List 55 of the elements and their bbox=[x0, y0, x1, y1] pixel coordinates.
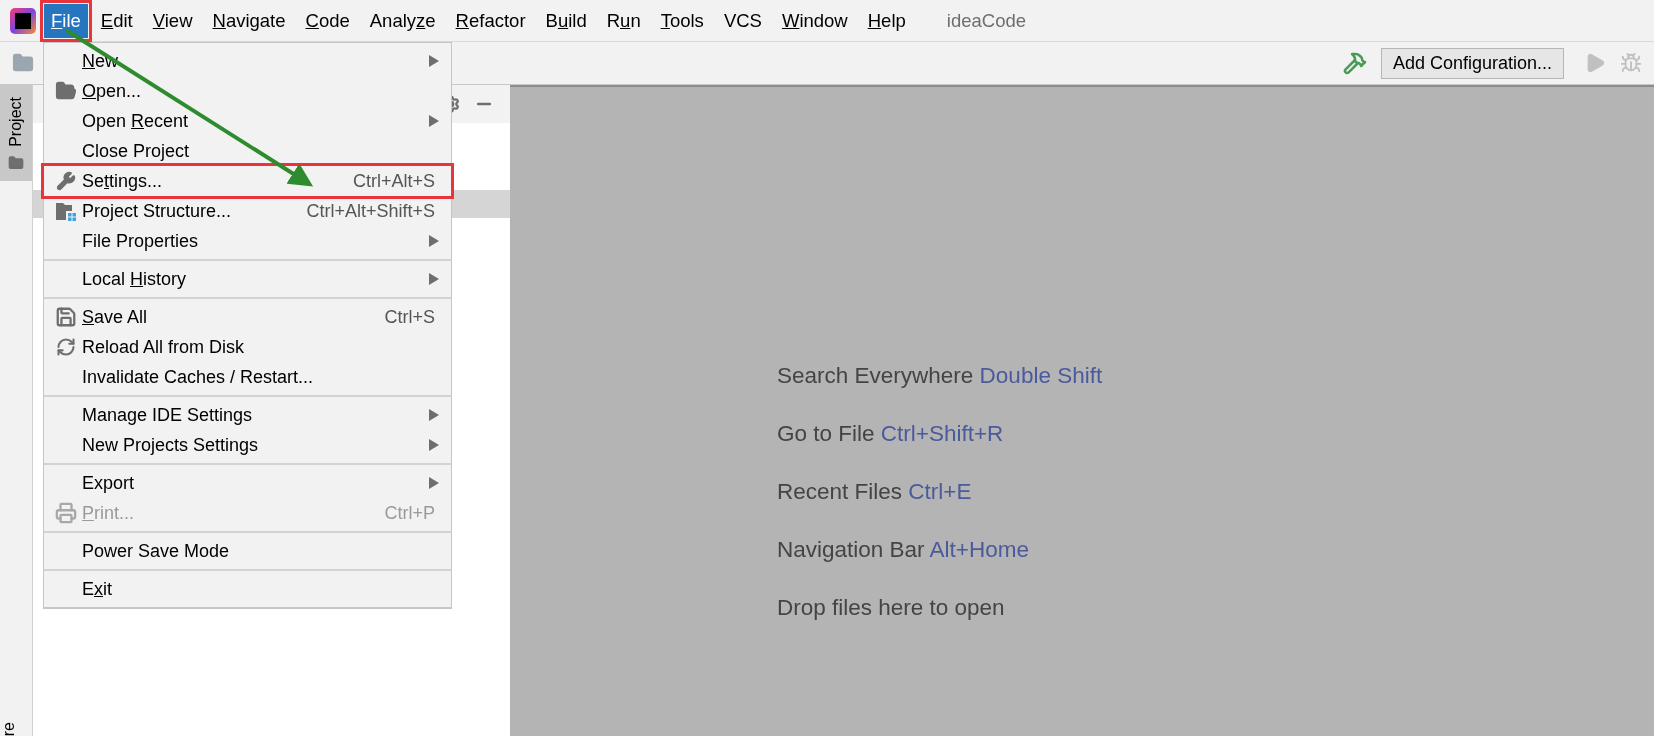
add-configuration-button[interactable]: Add Configuration... bbox=[1380, 47, 1564, 79]
menu-item[interactable]: Project Structure... Ctrl+Alt+Shift+S bbox=[44, 196, 451, 226]
menu-bar-item[interactable]: Code bbox=[298, 3, 357, 38]
menu-bar-item[interactable]: Edit bbox=[93, 3, 140, 38]
menu-bar-item[interactable]: Tools bbox=[653, 3, 711, 38]
app-logo-icon bbox=[10, 7, 36, 34]
submenu-arrow-icon bbox=[429, 273, 439, 285]
menu-bar-item[interactable]: View bbox=[145, 3, 200, 38]
menu-bar-item[interactable]: Refactor bbox=[448, 3, 533, 38]
menu-item[interactable]: Exit bbox=[44, 574, 451, 604]
submenu-arrow-icon bbox=[429, 55, 439, 67]
editor-hint: Drop files here to open bbox=[777, 595, 1006, 621]
menu-item[interactable]: New Projects Settings bbox=[44, 430, 451, 460]
menu-bar-item[interactable]: Analyze bbox=[362, 3, 443, 38]
menu-bar-item[interactable]: Window bbox=[774, 3, 855, 38]
menu-item[interactable]: Reload All from Disk bbox=[44, 332, 451, 362]
folder-icon bbox=[8, 154, 24, 171]
submenu-arrow-icon bbox=[429, 477, 439, 489]
project-folder-icon[interactable] bbox=[12, 52, 34, 74]
menu-bar-item[interactable]: VCS bbox=[716, 3, 769, 38]
menu-item[interactable]: File Properties bbox=[44, 226, 451, 256]
side-tab[interactable]: Project bbox=[0, 85, 32, 181]
wrench-icon bbox=[56, 171, 76, 191]
submenu-arrow-icon bbox=[429, 439, 439, 451]
save-icon bbox=[55, 306, 77, 328]
menu-item[interactable]: Close Project bbox=[44, 136, 451, 166]
submenu-arrow-icon bbox=[429, 409, 439, 421]
reload-icon bbox=[56, 337, 76, 357]
submenu-arrow-icon bbox=[429, 235, 439, 247]
menu-item[interactable]: Open Recent bbox=[44, 106, 451, 136]
folder-icon bbox=[55, 80, 77, 102]
hammer-icon[interactable] bbox=[1342, 51, 1367, 75]
menu-item[interactable]: Export bbox=[44, 468, 451, 498]
debug-icon[interactable] bbox=[1620, 52, 1642, 74]
project-title: ideaCode bbox=[946, 9, 1026, 32]
menu-item[interactable]: Invalidate Caches / Restart... bbox=[44, 362, 451, 392]
submenu-arrow-icon bbox=[429, 115, 439, 127]
menu-bar-item[interactable]: Navigate bbox=[205, 3, 293, 38]
editor-hint: Search Everywhere Double Shift bbox=[777, 363, 1104, 389]
side-tab-label: Project bbox=[7, 97, 25, 147]
menu-item[interactable]: Power Save Mode bbox=[44, 536, 451, 566]
editor-hint: Navigation Bar Alt+Home bbox=[777, 537, 1031, 563]
menu-item[interactable]: Manage IDE Settings bbox=[44, 400, 451, 430]
printer-icon bbox=[55, 502, 77, 524]
editor-hint: Go to File Ctrl+Shift+R bbox=[777, 421, 1005, 447]
menu-bar-item[interactable]: Build bbox=[538, 3, 594, 38]
menu-bar-item[interactable]: Run bbox=[599, 3, 648, 38]
menu-item[interactable]: Save All Ctrl+S bbox=[44, 302, 451, 332]
folder-grid-icon bbox=[55, 201, 77, 221]
editor-hint: Recent Files Ctrl+E bbox=[777, 479, 973, 505]
side-tab-label[interactable]: re bbox=[0, 721, 32, 736]
menu-item[interactable]: Open... bbox=[44, 76, 451, 106]
menu-bar-item[interactable]: Help bbox=[860, 3, 913, 38]
menu-item[interactable]: Local History bbox=[44, 264, 451, 294]
menu-item[interactable]: Settings... Ctrl+Alt+S bbox=[44, 166, 451, 196]
